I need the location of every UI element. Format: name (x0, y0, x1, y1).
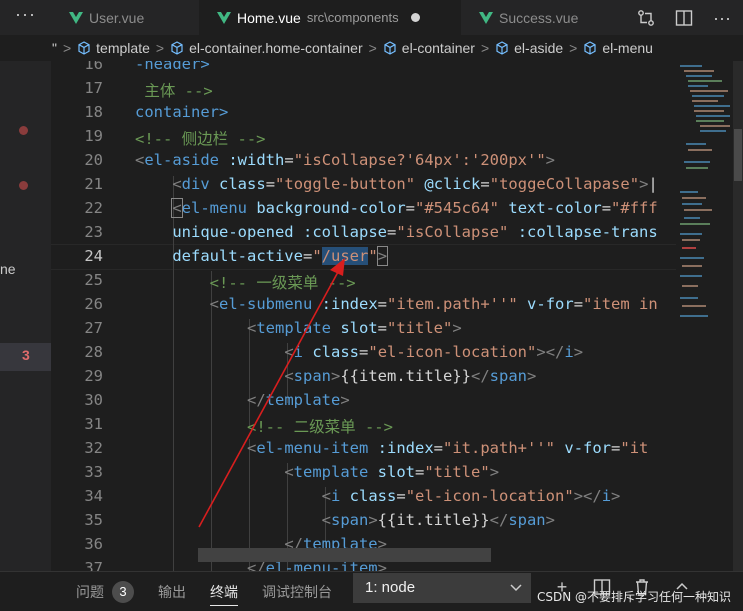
line-number: 27 (84, 319, 103, 337)
tab-success-vue[interactable]: Success.vue (461, 0, 621, 35)
split-editor-icon[interactable] (674, 8, 694, 28)
code-line: <!-- 一级菜单 --> (209, 274, 356, 292)
editor-actions: ··· (628, 0, 743, 35)
code-line: <!-- 侧边栏 --> (135, 130, 266, 148)
line-number: 23 (84, 223, 103, 241)
line-number: 28 (84, 343, 103, 361)
line-number: 19 (84, 127, 103, 145)
code-line: </template> (246, 391, 350, 409)
line-number: 31 (84, 415, 103, 433)
breadcrumb-lead: " (52, 40, 57, 56)
tab-output[interactable]: 输出 (158, 572, 186, 611)
code-line: <el-menu background-color="#545c64" text… (171, 198, 658, 218)
cube-icon (584, 41, 596, 55)
line-number: 22 (84, 199, 103, 217)
line-number: 21 (84, 175, 103, 193)
breadcrumb-item[interactable]: el-container.home-container (189, 40, 363, 56)
unsaved-dot-icon[interactable] (410, 13, 420, 22)
line-number: 30 (84, 391, 103, 409)
chevron-right-icon: > (62, 40, 72, 56)
code-line: <span>{{it.title}}</span> (321, 511, 555, 529)
code-line-current: default-active="/user"> (172, 246, 389, 266)
vue-file-icon (217, 11, 231, 24)
editor-tab-bar: ··· User.vue Home.vue src\components Suc… (0, 0, 743, 35)
code-line: -header> (135, 61, 210, 73)
breadcrumb-item[interactable]: el-menu (602, 40, 653, 56)
chevron-down-icon (509, 573, 523, 611)
code-line: <span>{{item.title}}</span> (284, 367, 537, 385)
chevron-right-icon: > (368, 40, 377, 56)
line-number: 18 (84, 103, 103, 121)
tab-problems[interactable]: 问题 3 (76, 572, 134, 611)
code-line: <template slot="title"> (284, 463, 500, 481)
code-line: <i class="el-icon-location"></i> (284, 343, 584, 361)
code-line: <el-submenu :index="item.path+''" v-for=… (209, 295, 658, 313)
selected-text: /user (321, 247, 369, 265)
terminal-select[interactable]: 1: node (353, 573, 531, 603)
breakpoint-icon[interactable] (19, 181, 28, 190)
problem-count: 3 (22, 347, 30, 363)
line-number: 34 (84, 487, 103, 505)
sidebar-strip: ne 3 (0, 61, 51, 571)
line-number: 16 (84, 61, 103, 73)
breakpoint-icon[interactable] (19, 126, 28, 135)
breadcrumb-item[interactable]: el-container (402, 40, 475, 56)
problems-badge: 3 (112, 580, 134, 603)
cube-icon (384, 41, 396, 55)
chevron-right-icon: > (569, 40, 578, 56)
code-line: <div class="toggle-button" @click="togge… (172, 175, 658, 193)
line-number: 35 (84, 511, 103, 529)
chevron-right-icon: > (155, 40, 165, 56)
code-line: unique-opened :collapse="isCollapse" :co… (172, 223, 658, 241)
tab-label: Home.vue (237, 9, 301, 26)
line-number: 36 (84, 535, 103, 553)
vue-file-icon (479, 11, 493, 24)
breadcrumb-item[interactable]: el-aside (514, 40, 563, 56)
line-number: 32 (84, 439, 103, 457)
scrollbar-thumb[interactable] (734, 129, 742, 181)
code-line: <el-menu-item :index="it.path+''" v-for=… (246, 439, 649, 457)
minimap[interactable] (676, 61, 743, 571)
tab-terminal[interactable]: 终端 (210, 572, 238, 611)
line-number: 17 (84, 79, 103, 97)
code-line: <!-- 二级菜单 --> (246, 418, 393, 436)
tab-debug-console[interactable]: 调试控制台 (262, 572, 332, 611)
breadcrumb-item[interactable]: template (96, 40, 150, 56)
tab-path: src\components (306, 10, 399, 25)
line-number-current: 24 (84, 247, 103, 265)
code-line: <el-aside :width="isCollapse?'64px':'200… (135, 151, 556, 169)
tab-user-vue[interactable]: User.vue (51, 0, 199, 35)
line-number: 29 (84, 367, 103, 385)
horizontal-scrollbar[interactable] (198, 548, 491, 562)
watermark-text: CSDN @不要排斥学习任何一种知识 (536, 590, 731, 604)
tab-label: User.vue (89, 9, 145, 26)
compare-changes-icon[interactable] (636, 8, 656, 28)
line-number: 20 (84, 151, 103, 169)
line-number: 25 (84, 271, 103, 289)
code-line: <template slot="title"> (246, 319, 462, 337)
line-number: 33 (84, 463, 103, 481)
more-actions-icon[interactable]: ··· (712, 8, 732, 28)
chevron-right-icon: > (480, 40, 490, 56)
more-actions-icon[interactable]: ··· (0, 0, 51, 35)
vue-file-icon (69, 11, 83, 24)
cube-icon (171, 41, 183, 55)
breadcrumb: " > template > el-container.home-contain… (0, 35, 743, 61)
vertical-scrollbar[interactable] (733, 61, 743, 571)
tab-label: Success.vue (499, 9, 579, 26)
line-number: 26 (84, 295, 103, 313)
line-number: 37 (84, 559, 103, 571)
code-line: <i class="el-icon-location"></i> (321, 487, 621, 505)
cube-icon (78, 41, 90, 55)
sidebar-problem-row[interactable]: 3 (0, 343, 51, 371)
code-line: container> (135, 103, 229, 121)
sidebar-partial-label: ne (0, 261, 16, 277)
code-editor[interactable]: 16 17 18 19 20 21 22 23 24 25 26 27 28 2… (51, 61, 676, 571)
tab-home-vue[interactable]: Home.vue src\components (199, 0, 461, 35)
cube-icon (496, 41, 508, 55)
code-line: 主体 --> (135, 82, 213, 100)
